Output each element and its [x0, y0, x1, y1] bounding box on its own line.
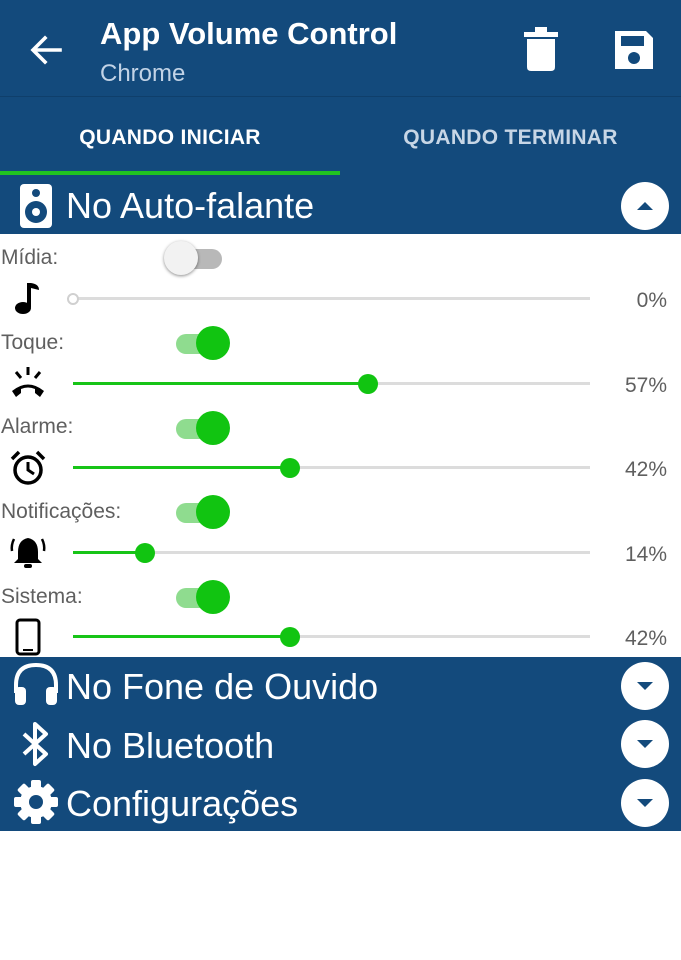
slider-midia[interactable] [67, 289, 590, 309]
percent-alarme: 42% [624, 458, 667, 481]
collapsed-sections: No Fone de Ouvido No Bluetooth Configura… [0, 657, 681, 831]
stream-label-toque: Toque: [1, 331, 65, 354]
slider-sistema[interactable] [73, 627, 590, 647]
tab-bar: QUANDO INICIAR QUANDO TERMINAR [0, 96, 681, 178]
toggle-midia[interactable] [164, 238, 228, 275]
tab-quando-terminar[interactable]: QUANDO TERMINAR [340, 97, 681, 179]
toggle-sistema[interactable] [176, 577, 230, 614]
stream-label-alarme: Alarme: [1, 415, 74, 438]
app-bar: App Volume Control Chrome [0, 0, 681, 96]
chevron-down-icon [637, 682, 653, 690]
percent-midia: 0% [636, 289, 667, 312]
speaker-icon [20, 184, 52, 228]
gear-icon [14, 780, 58, 824]
tab-indicator [0, 171, 340, 175]
headphones-icon [14, 662, 58, 705]
slider-notificacoes[interactable] [73, 543, 590, 563]
expand-button[interactable] [621, 779, 669, 827]
chevron-up-icon [637, 202, 653, 210]
expand-button[interactable] [621, 720, 669, 768]
expand-button[interactable] [621, 662, 669, 710]
tab-quando-iniciar[interactable]: QUANDO INICIAR [0, 97, 340, 179]
section-title: No Fone de Ouvido [66, 666, 379, 707]
smartphone-icon [15, 618, 41, 656]
toggle-toque[interactable] [176, 323, 230, 360]
ringing-phone-icon [12, 367, 44, 397]
chevron-down-icon [637, 799, 653, 807]
app-subtitle: Chrome [100, 60, 186, 87]
app-title: App Volume Control [100, 16, 398, 51]
bluetooth-icon [22, 722, 48, 766]
floppy-disk-icon[interactable] [612, 28, 656, 72]
collapse-button[interactable] [621, 182, 669, 230]
slider-alarme[interactable] [73, 458, 590, 478]
toggle-alarme[interactable] [176, 408, 230, 445]
chevron-down-icon [637, 740, 653, 748]
stream-label-midia: Mídia: [1, 246, 59, 269]
section-headphones-header[interactable]: No Fone de Ouvido [0, 657, 681, 715]
percent-toque: 57% [624, 374, 667, 397]
section-title: Configurações [66, 783, 299, 824]
trash-icon[interactable] [521, 26, 561, 72]
slider-toque[interactable] [73, 374, 590, 394]
section-speaker-header[interactable]: No Auto-falante [0, 178, 681, 234]
section-bluetooth-header[interactable]: No Bluetooth [0, 715, 681, 773]
stream-label-notificacoes: Notificações: [1, 500, 122, 523]
section-title: No Auto-falante [66, 185, 315, 226]
music-note-icon [15, 283, 39, 314]
section-title: No Bluetooth [66, 725, 275, 766]
percent-sistema: 42% [624, 627, 667, 650]
section-settings-header[interactable]: Configurações [0, 773, 681, 831]
alarm-clock-icon [10, 450, 46, 485]
arrow-left-icon[interactable] [26, 30, 66, 70]
bell-ringing-icon [10, 538, 46, 568]
toggle-notificacoes[interactable] [176, 492, 230, 529]
percent-notificacoes: 14% [624, 543, 667, 566]
stream-label-sistema: Sistema: [1, 585, 83, 608]
